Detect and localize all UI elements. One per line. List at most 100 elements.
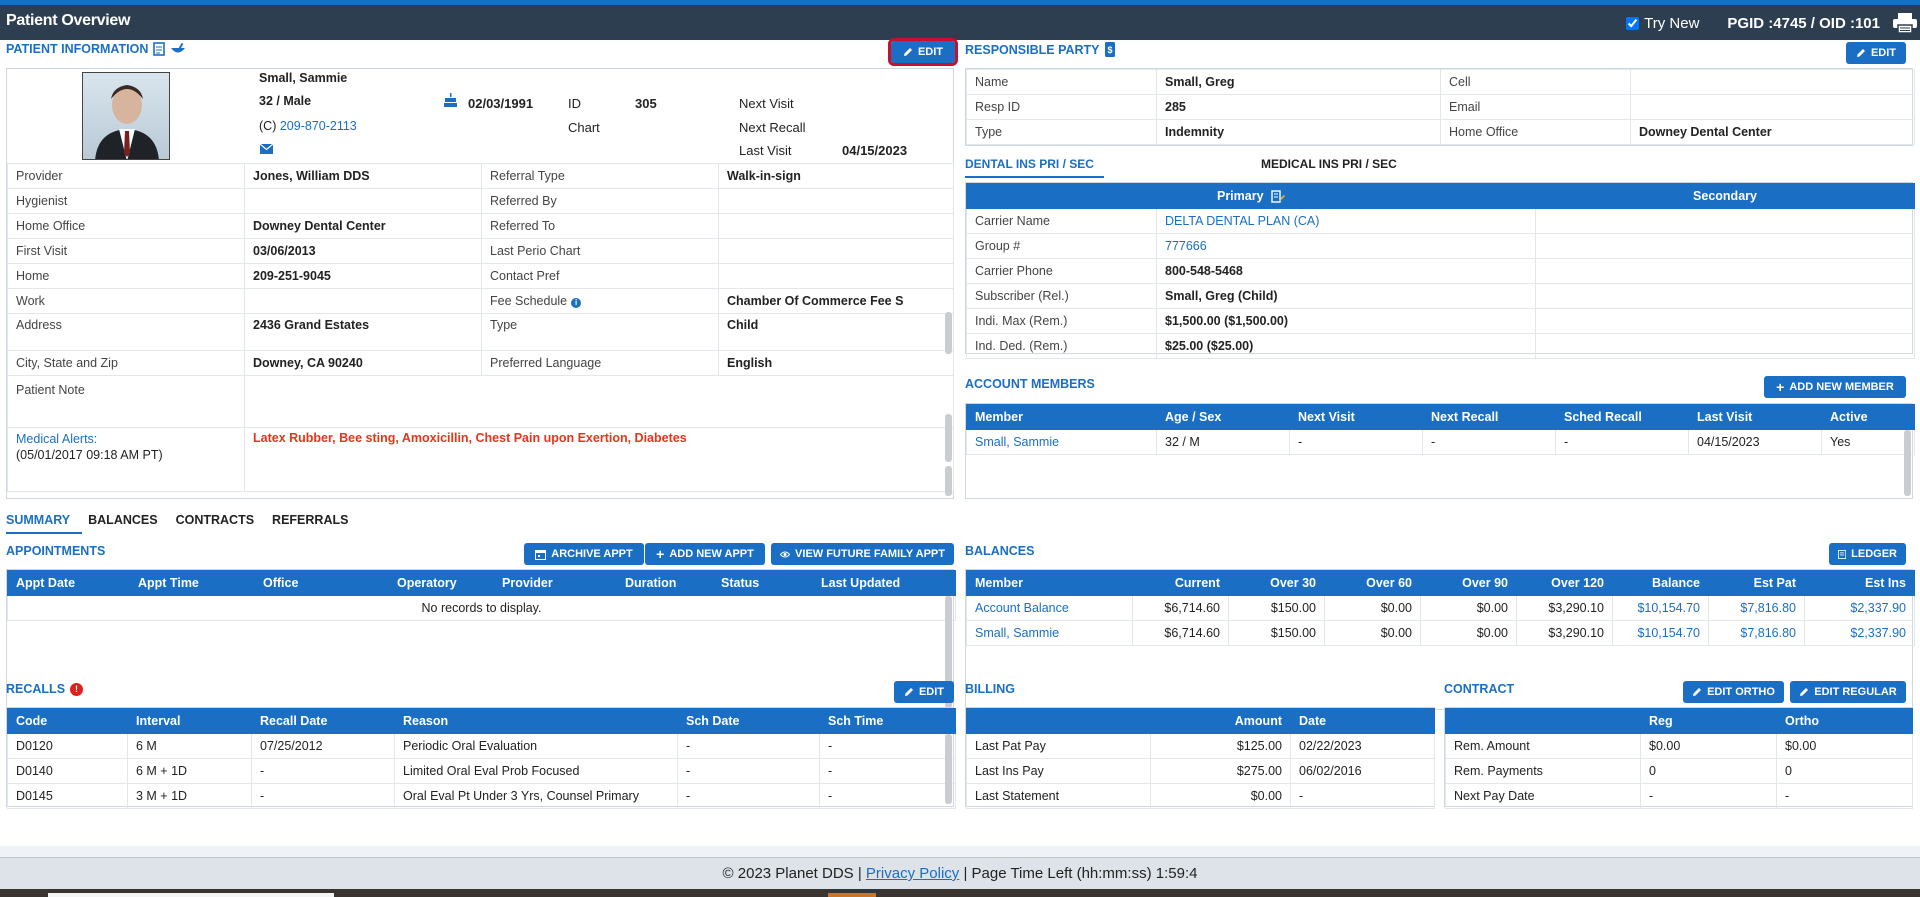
details-scrollbar[interactable] (945, 312, 952, 354)
info-card-icon[interactable]: $ (1104, 42, 1115, 57)
detail-value: Jones, William DDS (244, 163, 482, 189)
billing-value: - (1290, 783, 1435, 809)
detail-value: Child (718, 313, 954, 351)
alerts-scrollbar[interactable] (945, 466, 952, 496)
detail-value (718, 213, 954, 239)
cell-prefix: (C) (259, 119, 277, 133)
medical-alerts-cell: Medical Alerts: (05/01/2017 09:18 AM PT) (7, 427, 245, 492)
info-icon[interactable]: i (571, 298, 582, 308)
ins-label: Carrier Name (966, 208, 1157, 234)
members-scrollbar[interactable] (1904, 430, 1911, 496)
rp-label: Name (966, 69, 1157, 95)
billing-title-text: BILLING (965, 682, 1015, 696)
tab-contracts[interactable]: CONTRACTS (176, 510, 266, 534)
edit-regular-button[interactable]: EDIT REGULAR (1790, 681, 1906, 703)
detail-value: Downey, CA 90240 (244, 350, 482, 376)
balance-member-link[interactable]: Account Balance (966, 595, 1133, 621)
balance-cell[interactable]: $7,816.80 (1708, 620, 1805, 646)
balance-cell[interactable]: $2,337.90 (1804, 595, 1915, 621)
document-icon[interactable] (153, 42, 166, 56)
recalls-edit-button[interactable]: EDIT (894, 681, 954, 703)
patient-age-sex: 32 / Male (259, 94, 312, 108)
medical-alerts-date: (05/01/2017 09:18 AM PT) (16, 448, 163, 462)
note-scrollbar[interactable] (945, 414, 952, 462)
detail-value: Chamber Of Commerce Fee S (718, 288, 954, 314)
patient-edit-button[interactable]: EDIT (888, 38, 958, 66)
cell-phone-link[interactable]: 209-870-2113 (280, 119, 357, 133)
balance-cell[interactable]: $2,337.90 (1804, 620, 1915, 646)
try-new-checkbox[interactable] (1626, 16, 1640, 30)
add-new-member-button[interactable]: + ADD NEW MEMBER (1764, 376, 1906, 398)
tab-summary[interactable]: SUMMARY (6, 510, 83, 534)
member-name-link[interactable]: Small, Sammie (966, 429, 1157, 455)
ledger-button[interactable]: LEDGER (1829, 543, 1906, 565)
responsible-party-box: Name Small, Greg Cell Resp ID 285 Email Type In… (965, 68, 1915, 146)
fee-schedule-label: Fee Schedule (490, 294, 568, 308)
top-bar-right: Try New PGID :4745 / OID :101 (1626, 11, 1920, 35)
contract-header-0 (1445, 708, 1641, 734)
primary-label: Primary (1216, 188, 1264, 203)
detail-label: Referral Type (481, 163, 719, 189)
recall-cell: 07/25/2012 (251, 733, 395, 759)
ins-primary-value[interactable]: 777666 (1155, 233, 1537, 259)
edit-ortho-button[interactable]: EDIT ORTHO (1683, 681, 1784, 703)
detail-label: Address (7, 313, 245, 351)
contract-value: 0 (1640, 758, 1777, 784)
rp-label: Email (1440, 94, 1631, 120)
patient-note-value[interactable] (244, 375, 954, 428)
insurance-row: Carrier Phone 800-548-5468 (966, 258, 1916, 284)
archive-appt-button[interactable]: ARCHIVE APPT (524, 543, 644, 565)
balances-header-2: Over 30 (1228, 570, 1325, 596)
balance-member-link[interactable]: Small, Sammie (966, 620, 1133, 646)
balance-cell: $6,714.60 (1132, 620, 1229, 646)
secondary-header: Secondary (1535, 183, 1916, 209)
pencil-icon (903, 48, 912, 56)
account-members-title: ACCOUNT MEMBERS (965, 377, 1095, 391)
printer-icon[interactable] (1892, 12, 1918, 34)
rp-label: Type (966, 119, 1157, 145)
detail-label: Work (7, 288, 245, 314)
balance-cell: $0.00 (1420, 620, 1517, 646)
responsible-edit-button[interactable]: EDIT (1846, 42, 1906, 64)
privacy-policy-link[interactable]: Privacy Policy (866, 865, 959, 882)
patient-note-row: Patient Note (7, 375, 954, 428)
ins-secondary-value (1535, 283, 1916, 309)
tab-referrals[interactable]: REFERRALS (272, 510, 360, 534)
add-new-appt-button[interactable]: + ADD NEW APPT (645, 543, 765, 565)
responsible-party-title: RESPONSIBLE PARTY $ (965, 42, 1115, 57)
recall-cell: D0120 (7, 733, 128, 759)
rp-label: Resp ID (966, 94, 1157, 120)
contract-value: $0.00 (1776, 733, 1913, 759)
email-icon[interactable] (260, 144, 273, 154)
tab-dental-ins[interactable]: DENTAL INS PRI / SEC (965, 154, 1104, 178)
recalls-scrollbar[interactable] (945, 734, 952, 804)
summary-tabs: SUMMARY BALANCES CONTRACTS REFERRALS (6, 510, 366, 534)
tab-medical-ins[interactable]: MEDICAL INS PRI / SEC (1261, 154, 1409, 178)
appointments-table: Appt Date Appt Time Office Operatory Provide… (7, 570, 956, 621)
detail-value (718, 188, 954, 214)
appointments-header-7: Last Updated (812, 570, 956, 596)
appointments-box: Appt Date Appt Time Office Operatory Provide… (6, 569, 956, 710)
recalls-header-2: Recall Date (251, 708, 395, 734)
tab-balances[interactable]: BALANCES (88, 510, 169, 534)
prescription-icon[interactable] (170, 42, 186, 56)
try-new-toggle[interactable]: Try New (1626, 15, 1699, 32)
billing-title: BILLING (965, 682, 1015, 696)
contract-header-2: Ortho (1776, 708, 1913, 734)
detail-value: English (718, 350, 954, 376)
edit-document-icon[interactable] (1271, 190, 1286, 203)
patient-detail-row: Hygienist Referred By (7, 188, 954, 214)
view-future-family-appt-button[interactable]: VIEW FUTURE FAMILY APPT (771, 543, 954, 565)
detail-value: 2436 Grand Estates (244, 313, 482, 351)
balance-cell[interactable]: $7,816.80 (1708, 595, 1805, 621)
balance-cell[interactable]: $10,154.70 (1612, 620, 1709, 646)
patient-photo (82, 72, 170, 160)
ins-primary-value[interactable]: DELTA DENTAL PLAN (CA) (1155, 208, 1537, 234)
recalls-header-4: Sch Date (677, 708, 820, 734)
patient-info-title-text: PATIENT INFORMATION (6, 42, 149, 56)
appointments-header-4: Provider (493, 570, 617, 596)
appointments-header-0: Appt Date (7, 570, 130, 596)
detail-label: Contact Pref (481, 263, 719, 289)
ins-label: Ind. Ded. (Rem.) (966, 333, 1157, 359)
balance-cell[interactable]: $10,154.70 (1612, 595, 1709, 621)
